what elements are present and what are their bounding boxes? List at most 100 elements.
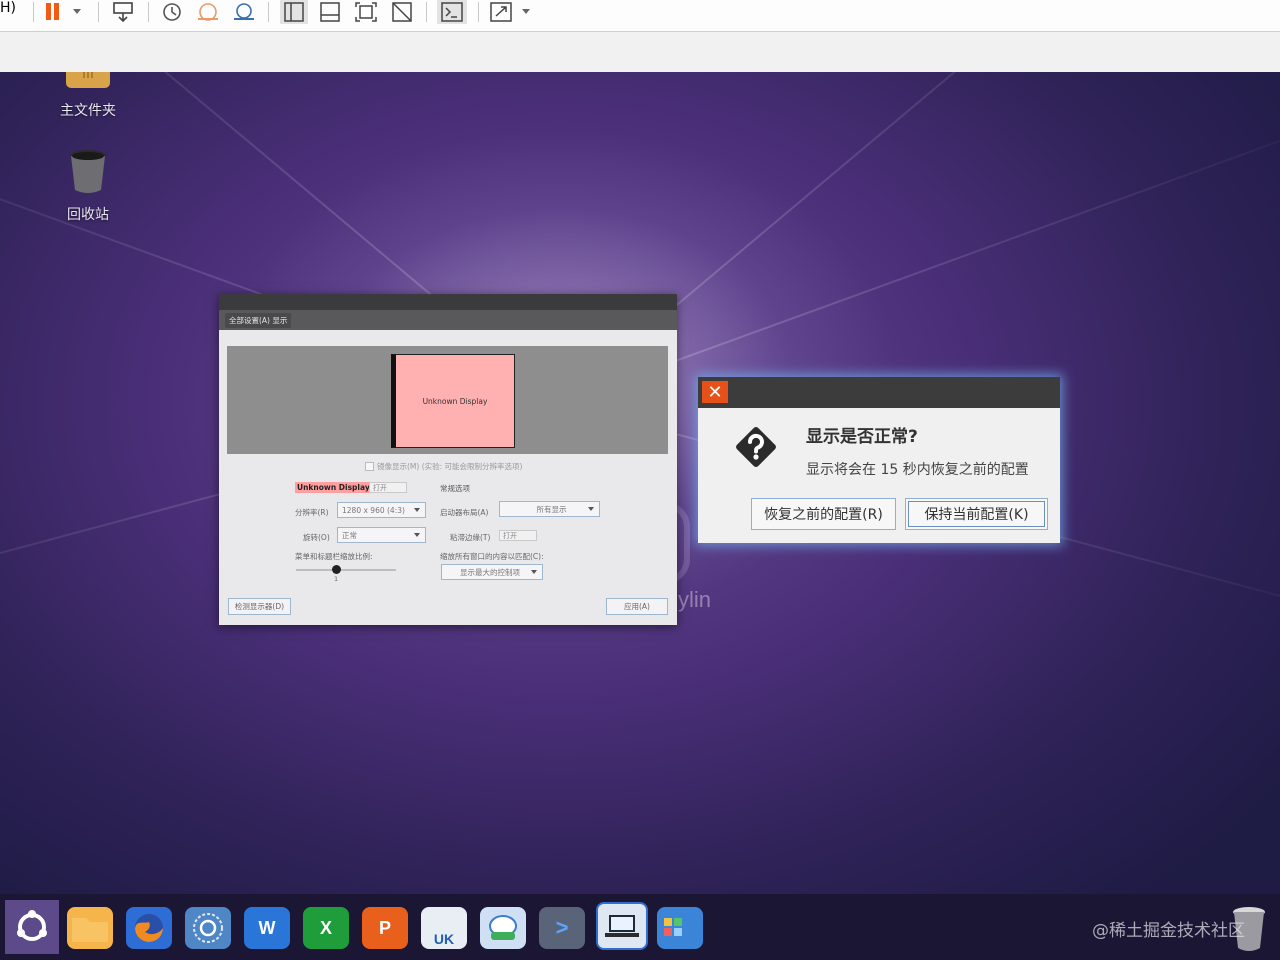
launcher-combo[interactable]: 所有显示 bbox=[499, 501, 600, 517]
rotation-value: 正常 bbox=[342, 530, 357, 540]
resolution-label: 分辨率(R) bbox=[295, 508, 329, 517]
display-settings-window: 全部设置(A) 显示 Unknown Display 镜像显示(M) (实验: … bbox=[219, 294, 677, 625]
snapshot-icon[interactable] bbox=[158, 0, 186, 24]
wps-spreadsheet-app[interactable]: X bbox=[303, 907, 349, 949]
keep-button-label: 保持当前配置(K) bbox=[924, 507, 1029, 523]
apply-button[interactable]: 应用(A) bbox=[606, 598, 668, 615]
resolution-combo[interactable]: 1280 x 960 (4:3) bbox=[337, 502, 426, 518]
mirror-label: 镜像显示(M) (实验: 可能会限制分辨率选项) bbox=[377, 462, 523, 471]
browser-app[interactable] bbox=[185, 907, 231, 949]
kylin-logo-icon bbox=[17, 910, 47, 941]
revert-button-label: 恢复之前的配置(R) bbox=[764, 507, 883, 523]
dialog-titlebar[interactable]: ✕ bbox=[698, 377, 1060, 408]
unity-icon[interactable] bbox=[388, 0, 416, 24]
presentation-icon: P bbox=[378, 917, 391, 938]
laptop-icon bbox=[605, 915, 639, 937]
chevron-down-icon bbox=[531, 570, 537, 574]
desktop-icon-home[interactable]: 主文件夹 bbox=[43, 72, 133, 120]
desktop: 主文件夹 回收站 ylin 全部设置(A) 显示 Unknown Display… bbox=[0, 72, 1280, 894]
close-icon: ✕ bbox=[707, 381, 723, 403]
rotation-combo[interactable]: 正常 bbox=[337, 527, 426, 543]
revert-snapshot-icon[interactable] bbox=[194, 0, 222, 24]
workspace-switcher-app[interactable] bbox=[657, 907, 703, 949]
sticky-edges-label: 粘滞边缘(T) bbox=[450, 533, 491, 542]
taskbar: W X P UK > bbox=[0, 894, 1280, 960]
terminal-app[interactable]: > bbox=[539, 907, 585, 949]
monitor-label: Unknown Display bbox=[422, 396, 488, 406]
library-view-icon[interactable] bbox=[280, 0, 308, 24]
fit-guest-icon[interactable] bbox=[352, 0, 380, 24]
dialog-message: 显示将会在 15 秒内恢复之前的配置 bbox=[806, 462, 1029, 478]
mirror-checkbox[interactable] bbox=[365, 462, 374, 471]
wps-presentation-app[interactable]: P bbox=[362, 907, 408, 949]
folder-icon bbox=[66, 72, 110, 88]
terminal-icon: > bbox=[555, 915, 569, 940]
scale-all-label: 缩放所有窗口的内容以匹配(C): bbox=[440, 552, 544, 561]
assistant-icon bbox=[489, 915, 517, 940]
detect-displays-label: 检测显示器(D) bbox=[234, 602, 285, 611]
display-settings-app[interactable] bbox=[596, 902, 648, 950]
vm-status-strip bbox=[0, 32, 1280, 73]
scale-all-combo[interactable]: 显示最大的控制项 bbox=[441, 564, 543, 580]
desktop-icon-label: 主文件夹 bbox=[60, 103, 116, 119]
fullscreen-icon[interactable] bbox=[488, 0, 534, 24]
launcher-label: 启动器布局(A) bbox=[440, 508, 489, 517]
brand-text: ylin bbox=[678, 587, 712, 612]
detect-displays-button[interactable]: 检测显示器(D) bbox=[228, 598, 291, 615]
apply-label: 应用(A) bbox=[624, 602, 650, 611]
toolbar-separator bbox=[98, 2, 99, 22]
start-button[interactable] bbox=[5, 900, 59, 954]
vm-toolbar: H) bbox=[0, 0, 1280, 32]
toolbar-separator bbox=[478, 2, 479, 22]
firefox-icon bbox=[135, 914, 163, 942]
watermark: @稀土掘金技术社区 bbox=[1092, 921, 1245, 941]
scale-label: 菜单和标题栏缩放比例: bbox=[295, 552, 373, 561]
launcher-value: 所有显示 bbox=[536, 504, 567, 514]
general-options-heading: 常规选项 bbox=[440, 484, 470, 493]
desktop-icon-label: 回收站 bbox=[67, 207, 109, 223]
thumbnail-bar-icon[interactable] bbox=[316, 0, 344, 24]
sticky-edges-toggle[interactable]: 打开 bbox=[499, 530, 537, 541]
all-settings-breadcrumb[interactable]: 全部设置(A) 显示 bbox=[225, 312, 292, 328]
display-toggle[interactable]: 打开 bbox=[369, 482, 407, 493]
close-button[interactable]: ✕ bbox=[702, 381, 728, 403]
toolbar-separator bbox=[33, 2, 34, 22]
confirm-display-dialog: ✕ 显示是否正常? 显示将会在 15 秒内恢复之前的配置 恢复之前的配置(R) … bbox=[698, 377, 1060, 543]
chevron-down-icon bbox=[588, 507, 594, 511]
files-app[interactable] bbox=[67, 907, 113, 949]
send-keys-icon[interactable] bbox=[108, 0, 138, 24]
question-icon bbox=[736, 427, 776, 467]
firefox-app[interactable] bbox=[126, 907, 172, 949]
keep-configuration-button[interactable]: 保持当前配置(K) bbox=[905, 498, 1048, 530]
software-center-app[interactable]: UK bbox=[421, 907, 467, 949]
kylin-assistant-app[interactable] bbox=[480, 907, 526, 949]
wps-writer-app[interactable]: W bbox=[244, 907, 290, 949]
toolbar-separator bbox=[426, 2, 427, 22]
rotation-label: 旋转(O) bbox=[303, 533, 330, 542]
scale-slider[interactable] bbox=[296, 569, 396, 571]
folder-icon bbox=[72, 918, 108, 942]
toolbar-separator bbox=[268, 2, 269, 22]
snapshot-manager-icon[interactable] bbox=[230, 0, 258, 24]
console-view-icon[interactable] bbox=[437, 0, 467, 24]
window-titlebar[interactable] bbox=[219, 294, 677, 310]
chevron-down-icon bbox=[414, 533, 420, 537]
dialog-title: 显示是否正常? bbox=[806, 427, 918, 447]
desktop-icon-trash[interactable]: 回收站 bbox=[43, 146, 133, 224]
settings-toolbar: 全部设置(A) 显示 bbox=[219, 310, 677, 330]
scale-slider-handle[interactable] bbox=[332, 565, 341, 574]
workspaces-icon bbox=[664, 918, 682, 936]
scale-all-value: 显示最大的控制项 bbox=[460, 567, 520, 577]
revert-button[interactable]: 恢复之前的配置(R) bbox=[751, 498, 896, 530]
scale-value: 1 bbox=[334, 575, 339, 583]
spreadsheet-icon: X bbox=[319, 917, 332, 938]
chevron-down-icon bbox=[414, 508, 420, 512]
monitor-preview[interactable]: Unknown Display bbox=[391, 354, 515, 448]
display-name: Unknown Display bbox=[295, 482, 372, 493]
pause-icon[interactable] bbox=[42, 0, 88, 24]
resolution-value: 1280 x 960 (4:3) bbox=[342, 505, 405, 515]
software-center-icon: UK bbox=[433, 931, 455, 947]
menu-fragment[interactable]: H) bbox=[0, 0, 16, 16]
mirror-checkbox-row[interactable]: 镜像显示(M) (实验: 可能会限制分辨率选项) bbox=[365, 461, 522, 472]
browser-icon bbox=[193, 913, 223, 943]
